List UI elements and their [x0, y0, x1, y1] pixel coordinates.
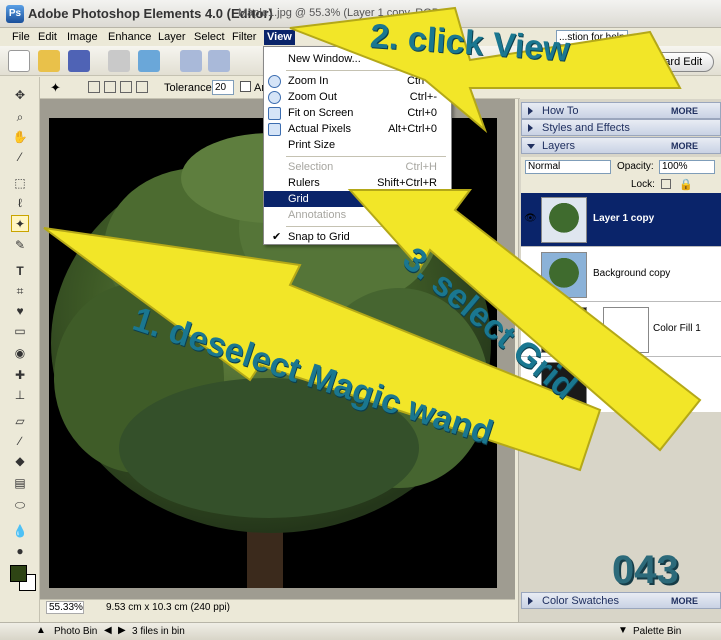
foreground-color-swatch[interactable] — [10, 565, 27, 582]
frame-number: 043 — [612, 548, 679, 592]
annotation-arrows — [43, 6, 702, 472]
